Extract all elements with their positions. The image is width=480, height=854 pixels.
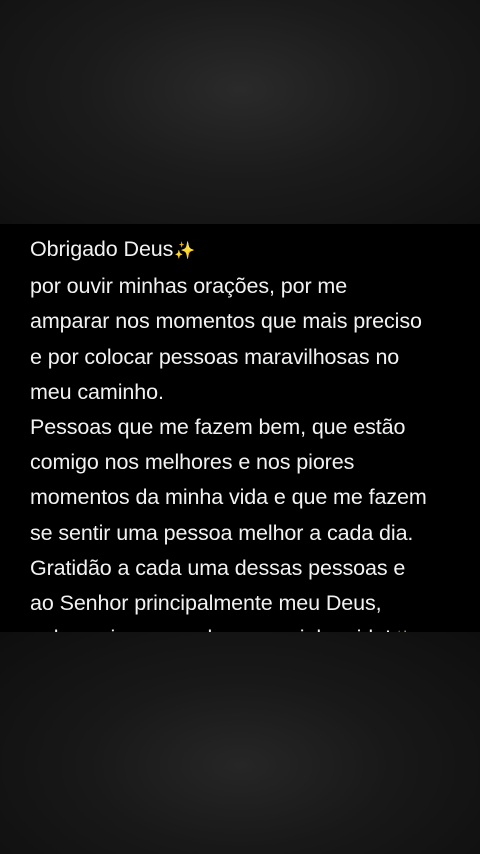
blurred-background-bottom: [0, 632, 480, 854]
note-line-7: comigo nos melhores e nos piores: [30, 450, 355, 475]
note-line-3: amparar nos momentos que mais preciso: [30, 309, 422, 334]
note-line-8: momentos da minha vida e que me fazem: [30, 485, 427, 510]
note-text: Obrigado Deus✨ por ouvir minhas orações,…: [30, 232, 470, 658]
story-screen: Obrigado Deus✨ por ouvir minhas orações,…: [0, 0, 480, 854]
note-line-2: por ouvir minhas orações, por me: [30, 274, 348, 299]
sparkles-icon: ✨: [174, 241, 196, 261]
text-note-panel: Obrigado Deus✨ por ouvir minhas orações,…: [0, 224, 480, 650]
note-line-5: meu caminho.: [30, 379, 164, 404]
note-line-6: Pessoas que me fazem bem, que estão: [30, 415, 406, 440]
note-line-4: e por colocar pessoas maravilhosas no: [30, 344, 400, 369]
note-line-1: Obrigado Deus✨: [30, 237, 196, 261]
blurred-background-top: [0, 0, 480, 224]
note-line-11: ao Senhor principalmente meu Deus,: [30, 591, 382, 616]
note-line-10: Gratidão a cada uma dessas pessoas e: [30, 555, 406, 580]
note-line-9: se sentir uma pessoa melhor a cada dia.: [30, 520, 414, 545]
